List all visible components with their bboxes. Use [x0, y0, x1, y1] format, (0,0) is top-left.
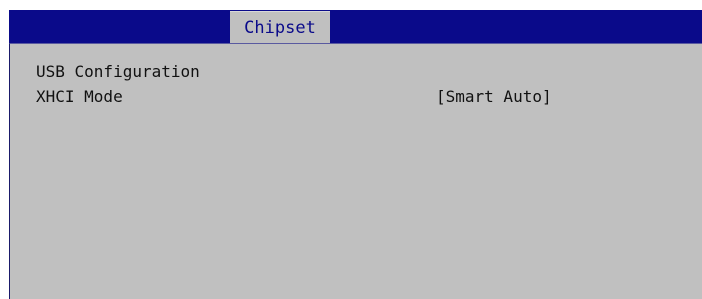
setting-row-xhci-mode[interactable]: XHCI Mode [Smart Auto]: [36, 87, 626, 109]
setting-value-xhci-mode[interactable]: [Smart Auto]: [436, 87, 552, 106]
setting-label-xhci-mode: XHCI Mode: [36, 87, 123, 106]
section-title-usb-configuration: USB Configuration: [36, 62, 200, 81]
header-bar: [9, 10, 702, 43]
bios-setup-screen: Chipset USB Configuration XHCI Mode [Sma…: [0, 0, 702, 299]
main-panel: USB Configuration XHCI Mode [Smart Auto]: [9, 43, 702, 299]
tab-chipset[interactable]: Chipset: [230, 11, 330, 43]
